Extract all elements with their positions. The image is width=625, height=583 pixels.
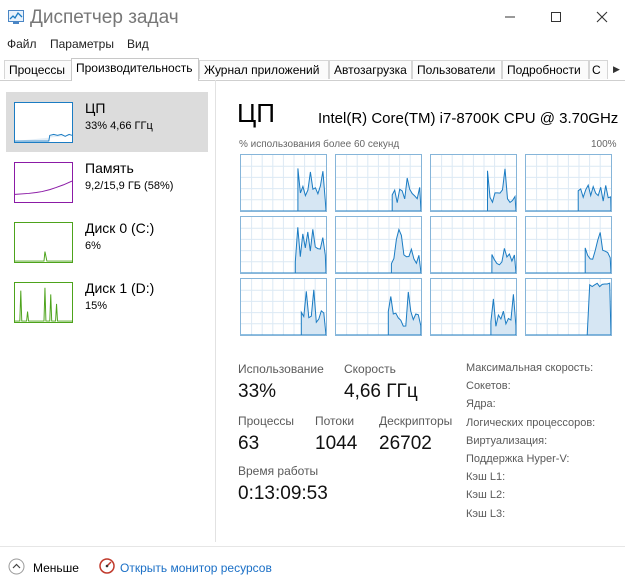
cpu-core-graph: [335, 216, 422, 274]
close-button[interactable]: [579, 0, 625, 34]
sidebar-disk1-value: 15%: [85, 300, 108, 312]
spec-label: Поддержка Hyper-V:: [466, 453, 570, 465]
spec-label: Сокетов:: [466, 380, 511, 393]
graph-label-usage: % использования более 60 секунд: [239, 139, 400, 150]
chevron-up-icon[interactable]: [8, 558, 25, 575]
spec-label: Виртуализация:: [466, 434, 548, 447]
tab-strip: Процессы Производительность Журнал прило…: [0, 58, 625, 81]
sidebar-memory-value: 9,2/15,9 ГБ (58%): [85, 180, 174, 192]
menu-options[interactable]: Параметры: [50, 37, 114, 51]
spec-label: Кэш L1:: [466, 471, 506, 484]
maximize-icon: [551, 12, 561, 22]
resource-monitor-icon: [99, 558, 115, 574]
uptime-value: 0:13:09:53: [238, 483, 328, 504]
sidebar-disk0-name: Диск 0 (C:): [85, 220, 155, 236]
close-icon: [596, 11, 608, 23]
sidebar-memory-name: Память: [85, 160, 134, 176]
tab-scroll-right-icon[interactable]: ▶: [608, 60, 625, 79]
fewer-details-button[interactable]: Меньше: [33, 561, 79, 575]
tab-services[interactable]: С: [589, 60, 608, 79]
cpu-core-graph: [525, 278, 612, 336]
handles-label: Дескрипторы: [379, 414, 453, 428]
maximize-button[interactable]: [533, 0, 579, 34]
tab-app-history[interactable]: Журнал приложений: [199, 60, 329, 79]
tab-processes[interactable]: Процессы: [4, 60, 72, 79]
task-manager-icon: [8, 10, 24, 24]
minimize-icon: [505, 16, 515, 18]
speed-value: 4,66 ГГц: [344, 381, 418, 402]
disk0-thumbnail-graph: [14, 222, 73, 263]
uptime-label: Время работы: [238, 464, 319, 478]
threads-value: 1044: [315, 433, 358, 454]
disk1-thumbnail-graph: [14, 282, 73, 323]
cpu-core-graph: [430, 216, 517, 274]
menu-file[interactable]: Файл: [7, 37, 37, 51]
sidebar-item-disk0[interactable]: Диск 0 (C:) 6%: [6, 212, 208, 272]
sidebar-item-memory[interactable]: Память 9,2/15,9 ГБ (58%): [6, 152, 208, 212]
spec-label: Кэш L3:: [466, 507, 506, 520]
spec-label: Ядра:: [466, 398, 496, 411]
usage-label: Использование: [238, 362, 324, 376]
spec-label: Максимальная скорость:: [466, 362, 594, 374]
usage-value: 33%: [238, 381, 277, 402]
memory-thumbnail-graph: [14, 162, 73, 203]
tab-users[interactable]: Пользователи: [412, 60, 502, 79]
sidebar-disk0-value: 6%: [85, 240, 101, 252]
cpu-core-graph: [430, 278, 517, 336]
resource-sidebar: ЦП 33% 4,66 ГГц Память 9,2/15,9 ГБ (58%)…: [0, 80, 216, 542]
sidebar-cpu-value: 33% 4,66 ГГц: [85, 120, 153, 132]
open-resource-monitor-link[interactable]: Открыть монитор ресурсов: [120, 561, 272, 575]
footer-bar: Меньше Открыть монитор ресурсов: [0, 546, 625, 583]
handles-value: 26702: [379, 433, 432, 454]
processes-label: Процессы: [238, 414, 295, 428]
cpu-core-graph: [430, 154, 517, 212]
cpu-core-graph: [525, 216, 612, 274]
menu-view[interactable]: Вид: [127, 37, 149, 51]
cpu-core-graph: [525, 154, 612, 212]
cpu-core-graph: [335, 278, 422, 336]
minimize-button[interactable]: [487, 0, 533, 34]
window-title: Диспетчер задач: [30, 7, 179, 28]
tab-startup[interactable]: Автозагрузка: [329, 60, 412, 79]
sidebar-cpu-name: ЦП: [85, 100, 106, 116]
threads-label: Потоки: [315, 414, 355, 428]
cpu-model: Intel(R) Core(TM) i7-8700K CPU @ 3.70GHz: [318, 110, 619, 127]
sidebar-item-disk1[interactable]: Диск 1 (D:) 15%: [6, 272, 208, 332]
graph-label-max: 100%: [591, 139, 617, 150]
sidebar-disk1-name: Диск 1 (D:): [85, 280, 155, 296]
cpu-core-graph: [240, 278, 327, 336]
tab-performance[interactable]: Производительность: [71, 58, 199, 81]
page-title: ЦП: [237, 98, 275, 128]
sidebar-item-cpu[interactable]: ЦП 33% 4,66 ГГц: [6, 92, 208, 152]
cpu-core-graph: [335, 154, 422, 212]
cpu-thumbnail-graph: [14, 102, 73, 143]
spec-label: Кэш L2:: [466, 489, 506, 502]
processes-value: 63: [238, 433, 260, 454]
cpu-core-graph: [240, 154, 327, 212]
title-bar: Диспетчер задач: [0, 0, 625, 34]
spec-label: Логических процессоров:: [466, 416, 596, 429]
speed-label: Скорость: [344, 362, 396, 376]
tab-details[interactable]: Подробности: [502, 60, 589, 79]
cpu-core-graph: [240, 216, 327, 274]
